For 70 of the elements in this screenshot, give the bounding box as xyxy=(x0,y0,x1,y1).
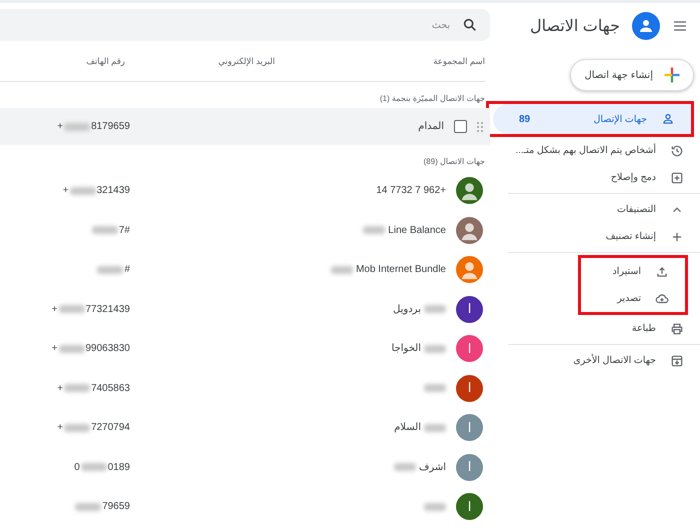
sidebar-item[interactable]: التصنيفات xyxy=(508,196,700,223)
sidebar-item[interactable]: طباعة xyxy=(508,315,700,342)
sidebar-item[interactable]: إنشاء تصنيف xyxy=(508,223,700,250)
item-label: أشخاص يتم الاتصال بهم بشكل متـ... xyxy=(516,145,656,156)
contact-name: بردويل xyxy=(393,304,421,315)
blurred-text xyxy=(424,424,446,432)
sidebar-item[interactable]: استيراد xyxy=(581,258,685,285)
item-count: 89 xyxy=(519,114,530,124)
blurred-text xyxy=(424,384,446,392)
phone-number: # xyxy=(97,264,130,276)
blurred-text xyxy=(394,463,416,472)
blurred-text xyxy=(330,266,353,274)
column-header[interactable]: البريد الإلكتروني xyxy=(125,56,275,66)
contact-name: المدام xyxy=(418,121,444,132)
person-icon xyxy=(661,112,675,126)
phone-number: 0 0189 xyxy=(74,462,130,473)
blurred-text xyxy=(424,344,446,353)
item-label: التصنيفات xyxy=(616,204,656,215)
sidebar-item[interactable]: دمج وإصلاح xyxy=(490,164,700,191)
history-icon xyxy=(670,144,684,158)
item-label: استيراد xyxy=(612,266,641,277)
plus-icon xyxy=(663,66,681,84)
create-contact-button[interactable]: إنشاء جهة اتصال xyxy=(570,59,694,91)
letter-avatar: ا xyxy=(456,493,483,520)
plus-square-icon xyxy=(670,170,684,184)
search-field[interactable]: بحث xyxy=(0,9,490,41)
item-label: دمج وإصلاح xyxy=(610,172,656,183)
column-header[interactable]: اسم المجموعة xyxy=(275,56,485,66)
blurred-text xyxy=(424,305,446,314)
letter-avatar: ا xyxy=(456,374,483,402)
search-icon xyxy=(462,17,478,33)
cloud-download-icon xyxy=(655,292,669,306)
phone-number: + 321439 xyxy=(62,185,130,196)
app-title: جهات الاتصال xyxy=(530,17,620,36)
contacts-logo-icon xyxy=(632,12,660,40)
letter-avatar: ا xyxy=(456,335,483,362)
letter-avatar: ا xyxy=(456,414,483,442)
archive-icon xyxy=(670,354,684,368)
printer-icon xyxy=(670,322,684,336)
item-label: تصدير xyxy=(617,293,641,304)
item-label: طباعة xyxy=(632,323,656,334)
item-label: جهات الاتصال الأخرى xyxy=(573,355,656,366)
checkbox[interactable] xyxy=(454,120,467,133)
column-header[interactable]: رقم الهاتف xyxy=(0,56,125,66)
blurred-text xyxy=(363,226,386,234)
letter-avatar: ا xyxy=(456,454,483,481)
contact-name: الخواجا xyxy=(392,343,421,354)
upload-icon xyxy=(655,264,669,278)
contact-name: اشرف xyxy=(418,462,446,473)
phone-number: 79659 xyxy=(75,501,130,512)
sidebar-item[interactable]: جهات الاتصال الأخرى xyxy=(508,347,700,374)
item-label: إنشاء تصنيف xyxy=(606,231,656,242)
section-header: جهات الاتصال المميّزة بنجمة (1) xyxy=(380,94,485,103)
letter-avatar: ا xyxy=(456,296,483,323)
phone-number: + 8179659 xyxy=(57,121,130,132)
contact-name: 14 7732 7 962+ xyxy=(376,185,446,196)
sidebar-item[interactable]: أشخاص يتم الاتصال بهم بشكل متـ... xyxy=(490,137,700,164)
phone-number: 7# xyxy=(92,224,130,236)
contact-name: السلام xyxy=(394,422,421,434)
drag-handle-icon[interactable] xyxy=(477,122,483,132)
phone-number: + 7270794 xyxy=(57,422,130,434)
phone-number: + 99063830 xyxy=(52,343,130,354)
blurred-text xyxy=(424,502,446,511)
contact-name: Line Balance xyxy=(388,224,446,236)
contact-name: Mob Internet Bundle xyxy=(356,264,446,276)
section-header: جهات الاتصال (89) xyxy=(424,157,485,166)
phone-number: + 7405863 xyxy=(57,382,130,394)
sidebar-item[interactable]: تصدير xyxy=(581,285,685,312)
item-label: جهات الإتصال xyxy=(594,114,647,124)
phone-number: + 77321439 xyxy=(52,304,130,315)
